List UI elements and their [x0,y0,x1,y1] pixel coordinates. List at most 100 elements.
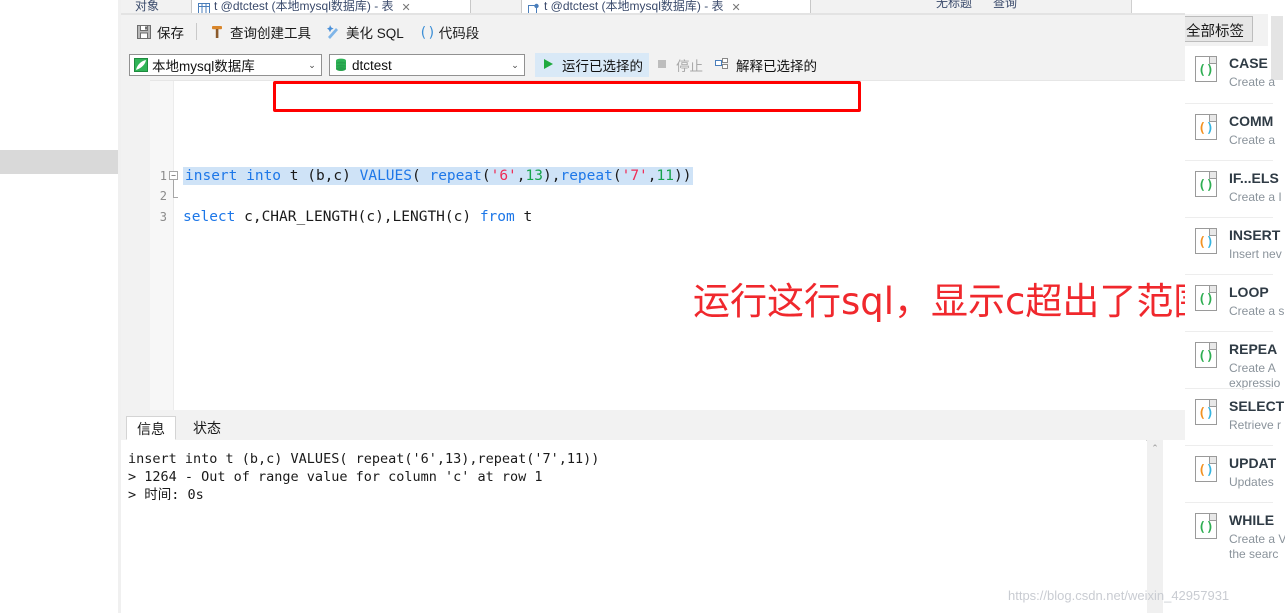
explain-icon [715,57,731,73]
run-selected-label: 运行已选择的 [562,59,643,74]
sql-keyword: select [183,209,236,225]
list-item[interactable]: () LOOP Create a s [1185,274,1284,331]
snippet-desc: Updates [1229,475,1274,489]
tab-table-t-2[interactable]: t @dtctest (本地mysql数据库) - 表 ✕ [521,0,811,14]
tab-status-label: 状态 [193,420,221,436]
sql-plain: ( [481,168,491,184]
toolbar-divider [196,23,197,40]
left-background-gutter [0,0,118,613]
tab-label: t @dtctest (本地mysql数据库) - 表 [544,0,724,13]
snippet-title: CASE [1229,55,1268,71]
line-number: 2 [159,189,167,203]
watermark: https://blog.csdn.net/weixin_42957931 [1008,588,1230,603]
stop-button: 停止 [649,53,709,77]
database-select-value: dtctest [352,57,392,73]
tab-info[interactable]: 信息 [126,416,176,440]
sql-plain: , [647,168,657,184]
stop-label: 停止 [676,59,703,74]
results-line: insert into t (b,c) VALUES( repeat('6',1… [128,451,600,467]
snippet-icon: () [1195,342,1217,368]
run-selected-button[interactable]: 运行已选择的 [535,53,649,77]
tab-query-label: 查询 [993,0,1018,10]
code-line-1[interactable]: insert into t (b,c) VALUES( repeat('6',1… [183,167,694,185]
hammer-icon [209,24,225,40]
sql-editor[interactable]: 1 2 3 − insert into t (b,c) VALUES( repe… [150,80,1185,410]
explain-selected-label: 解释已选择的 [736,59,817,74]
play-icon [541,57,557,73]
sql-plain: t [514,209,533,225]
list-item[interactable]: () COMM Create a [1185,103,1275,160]
snippet-icon: () [1195,228,1217,254]
tab-untitled[interactable]: 无标题 [936,0,972,11]
all-tags-button[interactable]: 全部标签 [1185,16,1253,42]
scroll-up-icon[interactable]: ⌃ [1147,440,1163,456]
code-snippet-label: 代码段 [438,25,480,41]
list-item[interactable]: () REPEA Create A expressio [1185,331,1280,390]
chevron-down-icon[interactable]: ⌄ [508,60,522,71]
save-button[interactable]: 保存 [129,20,191,44]
results-line: > 时间: 0s [128,487,204,503]
sql-keyword: insert into [185,168,282,184]
sql-plain: , [516,168,526,184]
connection-select[interactable]: 本地mysql数据库 ⌄ [129,54,322,76]
snippet-desc: Create A [1229,361,1276,375]
snippet-icon: () [1195,399,1217,425]
sql-keyword: from [479,209,515,225]
sql-plain: t (b,c) [281,168,360,184]
results-output: insert into t (b,c) VALUES( repeat('6',1… [121,440,1146,613]
code-snippet-button[interactable]: () 代码段 [411,20,487,44]
wand-icon [325,24,341,40]
snippet-desc: Create a [1229,75,1276,89]
snippet-desc-line2: the searc [1229,547,1279,561]
tab-table-t-1[interactable]: t @dtctest (本地mysql数据库) - 表 ✕ [191,0,471,14]
sql-plain: ( [612,168,622,184]
tab-label: t @dtctest (本地mysql数据库) - 表 [214,0,394,13]
query-builder-button[interactable]: 查询创建工具 [202,20,318,44]
list-item[interactable]: () INSERT Insert nev [1185,217,1282,274]
list-item[interactable]: () WHILE Create a V the searc [1185,502,1285,561]
connection-toolbar: 本地mysql数据库 ⌄ dtctest ⌄ 运行已选择的 停止 解释已选择的 [121,50,1185,80]
svg-text:(): () [419,25,434,40]
braces-icon: () [418,24,436,41]
snippet-title: SELECT [1229,398,1285,414]
beautify-sql-label: 美化 SQL [346,25,404,41]
tab-info-label: 信息 [137,421,165,437]
chevron-down-icon[interactable]: ⌄ [305,60,319,71]
beautify-sql-button[interactable]: 美化 SQL [318,20,411,44]
snippets-list: () CASE Create a () COMM Create a () IF.… [1185,46,1285,613]
sql-function: repeat [560,168,613,184]
snippet-title: WHILE [1229,512,1275,528]
save-icon [136,24,152,40]
tab-object-label: 对象 [135,0,160,13]
snippet-desc: Create a V [1229,532,1285,546]
list-item[interactable]: () SELECT Retrieve r [1185,388,1284,445]
code-line-3[interactable]: select c,CHAR_LENGTH(c),LENGTH(c) from t [183,209,532,225]
snippet-icon: () [1195,114,1217,140]
snippet-desc: Insert nev [1229,247,1282,261]
tab-query[interactable]: 查询 [993,0,1017,11]
tab-object[interactable]: 对象 [125,0,169,14]
list-item[interactable]: () UPDAT Updates [1185,445,1277,502]
results-tab-bar: 信息 状态 [121,410,1185,441]
leaf-icon [134,58,148,72]
fold-guide-foot [173,197,178,198]
snippet-title: LOOP [1229,284,1269,300]
database-icon [334,58,348,72]
list-item[interactable]: () IF...ELS Create a I [1185,160,1282,217]
database-select[interactable]: dtctest ⌄ [329,54,525,76]
explain-selected-button[interactable]: 解释已选择的 [709,53,823,77]
fold-guide-line [173,180,174,197]
snippets-panel: 全部标签 () CASE Create a () COMM Create a (… [1185,0,1285,613]
snippet-title: IF...ELS [1229,170,1279,186]
snippet-title: UPDAT [1229,455,1277,471]
sql-plain: ), [543,168,561,184]
list-item[interactable]: () CASE Create a [1185,46,1276,103]
sql-function: repeat [429,168,482,184]
connection-select-value: 本地mysql数据库 [152,59,255,74]
snippet-title: INSERT [1229,227,1281,243]
tab-status[interactable]: 状态 [183,416,231,440]
editor-toolbar: 保存 查询创建工具 美化 SQL () 代码段 [121,16,1185,47]
fold-toggle-icon[interactable]: − [169,171,178,180]
sql-plain: )) [674,168,692,184]
annotation-text: 运行这行sql，显示c超出了范围 [693,280,1211,323]
